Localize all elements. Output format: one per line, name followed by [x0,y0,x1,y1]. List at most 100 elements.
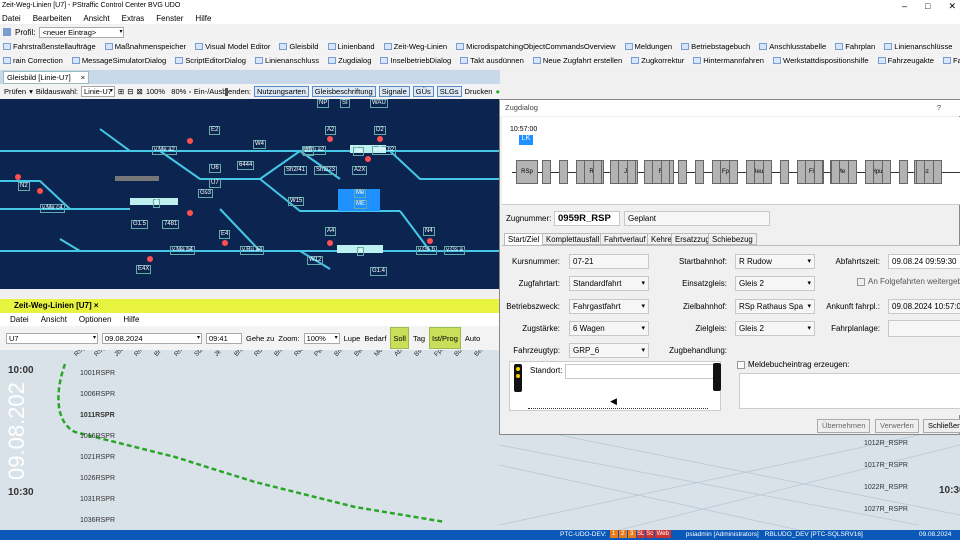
track-label[interactable]: N2 [18,182,30,191]
track-label[interactable]: Sh2/41 [284,166,308,175]
zwl-zoom-select[interactable]: 100% ▾ [303,332,340,344]
zwl-station[interactable]: Bmk [273,350,287,358]
toolbar-item-5[interactable]: InselbetriebDialog [380,56,451,65]
track-label[interactable]: 7481 [162,220,180,229]
fit-icon[interactable]: ⊞ [118,87,124,96]
zwl-menu-datei[interactable]: Datei [10,315,29,324]
close-icon[interactable]: ✕ [948,0,956,12]
zwl-station[interactable]: Br [153,350,163,358]
track-label[interactable]: WAU [370,99,388,108]
nutzungsarten-button[interactable]: Nutzungsarten [254,86,309,97]
right-train-label[interactable]: 1012R_RSPR [864,440,908,447]
zwl-station[interactable]: Bmu [333,350,347,358]
track-label[interactable]: SI [340,99,350,108]
track-label[interactable]: v.Me c4 [40,204,65,213]
toolbar-item-1[interactable]: MessageSimulatorDialog [71,56,166,65]
dialog-tab[interactable]: Start/Ziel [504,233,544,245]
track-label[interactable]: E4 [219,230,231,239]
minimize-icon[interactable]: – [902,0,907,12]
zugfahrtart-select[interactable]: Standardfahrt [569,276,649,291]
ist-prog-button[interactable]: Ist/Prog [429,327,461,349]
toolbar-item-3[interactable]: Gleisbild [279,42,319,51]
toolbar-item-9[interactable]: Anschlusstabelle [759,42,826,51]
dropdown-icon[interactable]: ▾ [29,87,33,96]
toolbar-item-11[interactable]: Fahrzeugakte [877,56,934,65]
track-label[interactable]: G1.5 [131,220,149,229]
einsatzgleis-select[interactable]: Gleis 2 [735,276,815,291]
tag-button[interactable]: Tag [413,334,425,343]
menu-fenster[interactable]: Fenster [156,14,183,23]
zwl-station[interactable]: Rmu [133,350,148,358]
close-tab-icon[interactable]: × [81,72,85,84]
track-label[interactable]: U6 [209,164,221,173]
zwl-station[interactable]: RSp [73,350,87,358]
zwl-station[interactable]: Jbw [113,350,126,358]
track-label[interactable]: v.Gs a [444,246,465,255]
track-label[interactable]: E2 [209,126,221,135]
toolbar-item-6[interactable]: MicrodispatchingObjectCommandsOverview [456,42,616,51]
kursnummer-field[interactable]: 07-21 [569,254,649,269]
profile-select[interactable]: <neuer Eintrag> ▾ [39,26,125,38]
time-field[interactable]: 09:41 [206,332,242,344]
status-indicator[interactable]: 1 [609,530,618,538]
toolbar-item-10[interactable]: Werkstattdispositionshilfe [773,56,869,65]
menu-hilfe[interactable]: Hilfe [195,14,211,23]
zwl-station[interactable]: Rw [293,350,305,358]
toolbar-item-4[interactable]: Linienband [327,42,375,51]
tab-gleisbild[interactable]: Gleisbild [Linie-U7] × [3,71,89,84]
time-distance-chart[interactable]: RSp RSp Jbw Rmu Br Rn Sta Jk Bhf Rb Bmk Rw Pw Bmu Bw Mc… [0,350,500,530]
help-icon[interactable]: ? [937,100,941,116]
track-label[interactable]: Me [354,189,367,198]
route-station[interactable]: RSp [516,160,538,184]
track-label[interactable]: Sh2/23 [314,166,338,175]
zwl-station[interactable]: Bu [453,350,464,358]
track-label[interactable]: W4 [253,140,266,149]
auto-button[interactable]: Auto [465,334,480,343]
track-label[interactable]: v.Me a2 [152,146,177,155]
close-panel-icon[interactable]: × [94,301,99,310]
train-label[interactable]: 1001RSPR [80,370,115,377]
track-label[interactable]: W12 [307,256,324,265]
train-label[interactable]: 1021RSPR [80,454,115,461]
toolbar-item-2[interactable]: ScriptEditorDialog [175,56,246,65]
menu-bearbeiten[interactable]: Bearbeiten [33,14,72,23]
right-train-label[interactable]: 1027R_RSPR [864,506,908,513]
zielbahnhof-select[interactable]: RSp Rathaus Spa [735,299,815,314]
ankunft-field[interactable]: 09.08.2024 10:57:00 [888,299,960,314]
line-select[interactable]: U7 ▾ [6,332,98,344]
menu-datei[interactable]: Datei [2,14,21,23]
toolbar-item-1[interactable]: Maßnahmenspeicher [104,42,186,51]
toolbar-item-4[interactable]: Zugdialog [328,56,371,65]
folgefahrten-checkbox[interactable] [857,278,865,286]
track-label[interactable]: W15 [288,197,305,206]
toolbar-item-0[interactable]: Fahrstraßenstellaufträge [3,42,96,51]
track-label[interactable]: A2X [352,166,368,175]
toolbar-item-7[interactable]: Meldungen [624,42,672,51]
status-indicator[interactable]: Sc [645,530,654,538]
zwl-station[interactable]: Rn [173,350,184,358]
standort-field[interactable] [565,364,715,379]
right-train-label[interactable]: 1022R_RSPR [864,484,908,491]
toolbar-item-5[interactable]: Zeit-Weg-Linien [383,42,447,51]
train-label[interactable]: 1026RSPR [80,475,115,482]
zoom-in-icon[interactable]: ⊟ [127,87,133,96]
betriebszweck-select[interactable]: Fahrgastfahrt [569,299,649,314]
bedarf-button[interactable]: Bedarf [364,334,386,343]
track-label[interactable]: A2 [325,126,337,135]
track-label[interactable]: 6444 [237,161,255,170]
track-label[interactable]: 4 [357,247,365,256]
track-label[interactable]: D2 [374,126,386,135]
zwl-station[interactable]: Pw [313,350,324,358]
meldebuch-text[interactable] [739,373,960,409]
toolbar-item-7[interactable]: Neue Zugfahrt erstellen [532,56,622,65]
track-label[interactable]: NP [317,99,330,108]
status-indicator[interactable]: Web [654,530,671,538]
toolbar-item-3[interactable]: Linienanschluss [255,56,319,65]
track-diagram[interactable]: v.Me a2 v.Ru a2 v.Ru b2 v.Me b4 v.Ru a4 v.Gs … [0,99,500,289]
track-label[interactable]: N4 [423,227,435,236]
train-label[interactable]: 1016RSPR [80,433,115,440]
zwl-menu-hilfe[interactable]: Hilfe [123,315,139,324]
track-label[interactable]: U7 [209,179,221,188]
zwl-menu-ansicht[interactable]: Ansicht [41,315,67,324]
lupe-button[interactable]: Lupe [344,334,361,343]
